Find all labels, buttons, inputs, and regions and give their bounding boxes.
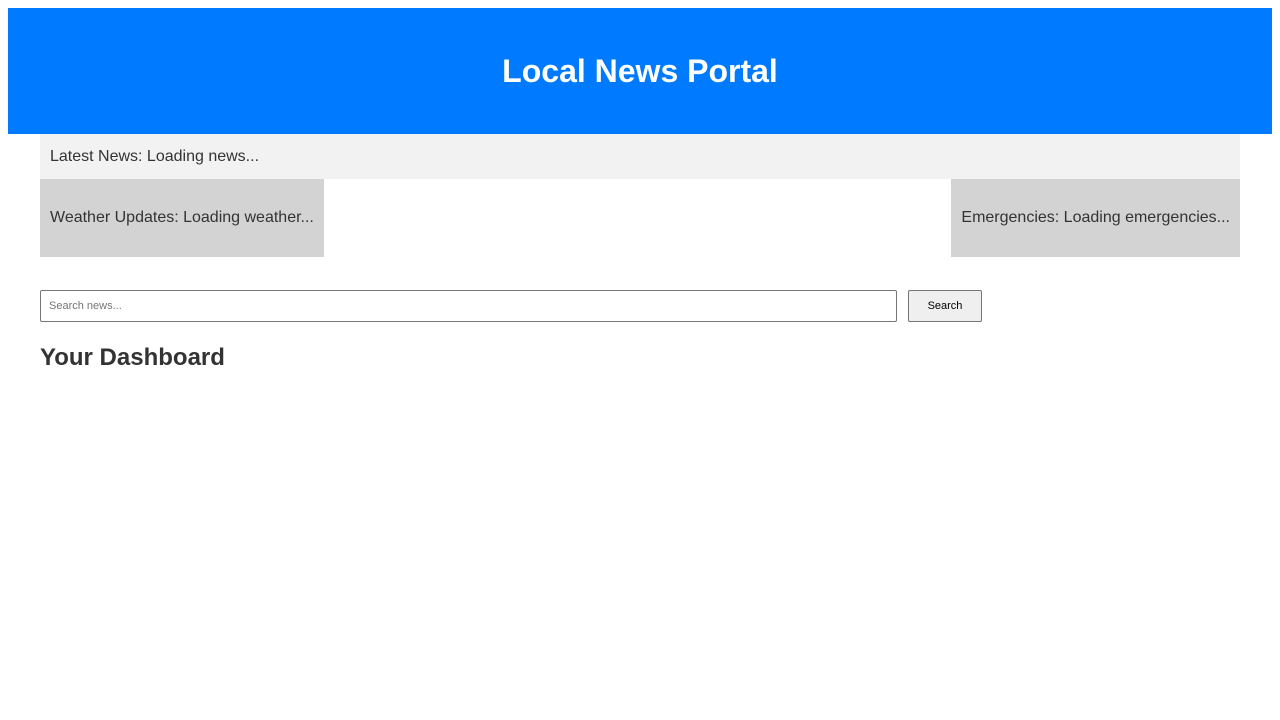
latest-news-banner: Latest News: Loading news...	[40, 134, 1240, 179]
info-row: Weather Updates: Loading weather... Emer…	[40, 179, 1240, 257]
main-container: Latest News: Loading news... Weather Upd…	[40, 134, 1240, 371]
page-title: Local News Portal	[502, 52, 778, 89]
emergencies-box: Emergencies: Loading emergencies...	[951, 179, 1240, 257]
page: Local News Portal Latest News: Loading n…	[0, 0, 1280, 720]
weather-updates-box: Weather Updates: Loading weather...	[40, 179, 324, 257]
site-header: Local News Portal	[8, 8, 1272, 134]
search-button[interactable]: Search	[908, 290, 982, 322]
search-input[interactable]	[40, 290, 897, 322]
weather-updates-text: Weather Updates: Loading weather...	[50, 209, 314, 226]
emergencies-text: Emergencies: Loading emergencies...	[961, 209, 1230, 226]
search-bar: Search	[40, 290, 982, 322]
dashboard-title: Your Dashboard	[40, 344, 225, 371]
